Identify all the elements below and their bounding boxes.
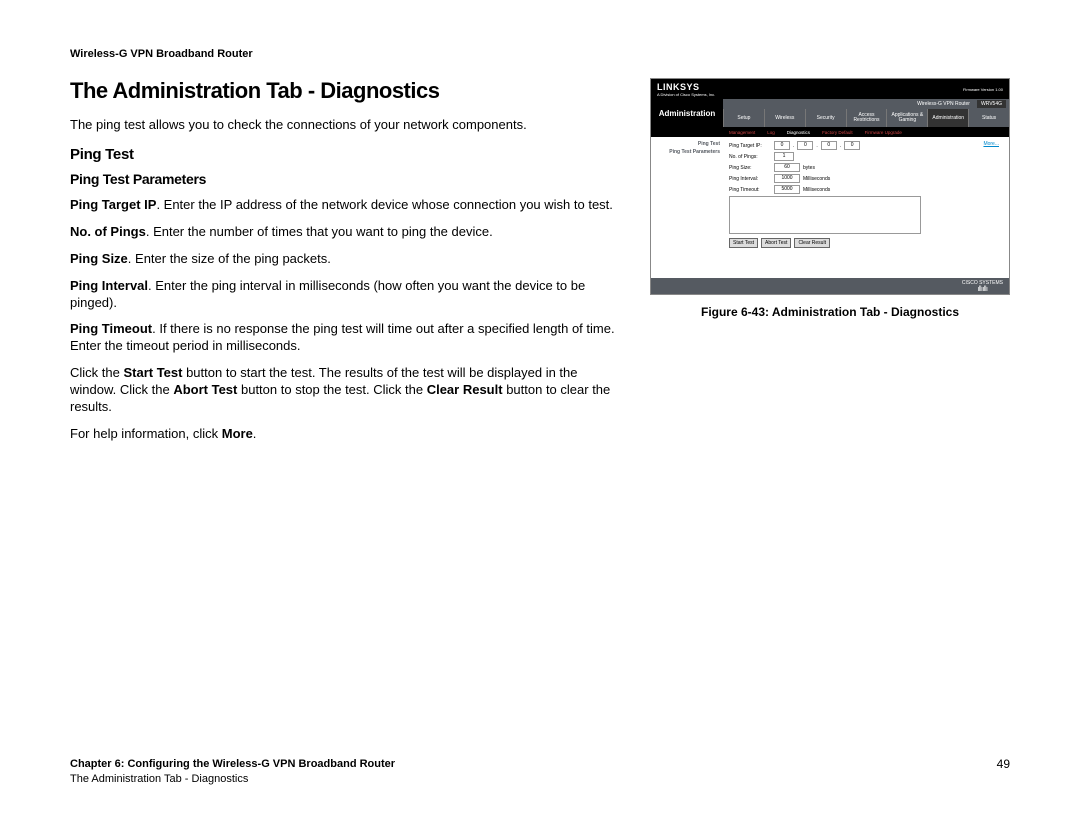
thumb-form: Ping Target IP: 0.0.0.0 No. of Pings:1 P… — [723, 137, 1009, 278]
page-title: The Administration Tab - Diagnostics — [70, 78, 622, 104]
intro-text: The ping test allows you to check the co… — [70, 117, 622, 132]
figure-thumbnail: LINKSYS A Division of Cisco Systems, Inc… — [650, 78, 1010, 295]
model-number: WRV54G — [977, 100, 1006, 108]
abort-test-button: Abort Test — [761, 238, 791, 248]
cisco-logo: CISCO SYSTEMS ıllııllı — [962, 280, 1003, 293]
thumb-sidebar: Ping Test Ping Test Parameters — [651, 137, 723, 278]
figure-caption: Figure 6-43: Administration Tab - Diagno… — [650, 305, 1010, 319]
main-content: The Administration Tab - Diagnostics The… — [70, 78, 622, 453]
model-label: Wireless-G VPN Router — [913, 101, 974, 107]
more-link: More... — [983, 141, 999, 147]
result-textarea — [729, 196, 921, 234]
param-pings: No. of Pings. Enter the number of times … — [70, 224, 622, 241]
param-interval: Ping Interval. Enter the ping interval i… — [70, 278, 622, 312]
param-size: Ping Size. Enter the size of the ping pa… — [70, 251, 622, 268]
subsection-heading: Ping Test Parameters — [70, 171, 622, 187]
param-target: Ping Target IP. Enter the IP address of … — [70, 197, 622, 214]
firmware-version: Firmware Version 1.00 — [963, 87, 1003, 92]
param-help: For help information, click More. — [70, 426, 622, 443]
section-heading: Ping Test — [70, 146, 622, 163]
param-buttons: Click the Start Test button to start the… — [70, 365, 622, 416]
page-header: Wireless-G VPN Broadband Router — [70, 48, 1010, 60]
brand-logo: LINKSYS — [657, 82, 700, 92]
page-number: 49 — [997, 757, 1010, 773]
page-footer: 49 Chapter 6: Configuring the Wireless-G… — [70, 757, 1010, 786]
brand-subtitle: A Division of Cisco Systems, Inc. — [657, 92, 715, 97]
nav-section: Administration — [651, 99, 723, 127]
clear-result-button: Clear Result — [794, 238, 830, 248]
param-timeout: Ping Timeout. If there is no response th… — [70, 321, 622, 355]
start-test-button: Start Test — [729, 238, 758, 248]
sub-nav: Management Log Diagnostics Factory Defau… — [651, 127, 1009, 137]
nav-tabs: Setup Wireless Security Access Restricti… — [723, 109, 1009, 127]
